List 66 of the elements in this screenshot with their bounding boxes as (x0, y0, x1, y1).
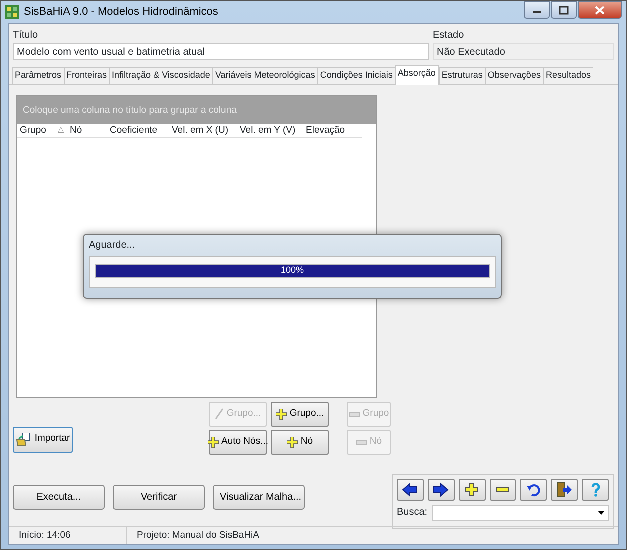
column-header[interactable]: Vel. em Y (V) (237, 124, 303, 136)
toolbar-button[interactable] (397, 478, 424, 500)
column-header[interactable]: Elevação (303, 124, 353, 136)
undo-icon (526, 482, 542, 498)
tab[interactable]: Condições Iniciais (317, 67, 395, 84)
column-label: Coeficiente (110, 124, 158, 136)
window-title: SisBaHiA 9.0 - Modelos Hidrodinâmicos (24, 4, 218, 20)
column-label: Vel. em X (U) (172, 124, 228, 136)
tab[interactable]: Variáveis Meteorológicas (212, 67, 318, 84)
arrow-right-icon (433, 482, 450, 498)
tab[interactable]: Infiltração & Viscosidade (109, 67, 212, 84)
state-field: Não Executado (433, 43, 614, 60)
tab[interactable]: Fronteiras (64, 67, 110, 84)
tab[interactable]: Resultados (542, 67, 593, 84)
state-label: Estado (433, 29, 466, 43)
dropdown-arrow-icon (598, 510, 605, 514)
plus-icon (464, 482, 480, 498)
column-label: Nó (70, 124, 82, 136)
toolbar-button[interactable] (490, 478, 516, 500)
tab[interactable]: Absorção (394, 65, 439, 84)
plus-icon (208, 436, 218, 448)
tab[interactable]: Parâmetros (12, 67, 64, 84)
grid-button[interactable]: Nó (271, 430, 329, 454)
column-header[interactable]: Coeficiente (107, 124, 169, 136)
column-label: Vel. em Y (V) (240, 124, 296, 136)
grid-button[interactable]: Auto Nós... (209, 430, 267, 454)
close-icon (595, 6, 605, 14)
status-text: Início: 14:06 (9, 527, 127, 544)
app-icon (5, 5, 19, 19)
title-label: Título (13, 29, 40, 43)
maximize-button[interactable] (551, 1, 577, 19)
column-header[interactable]: Grupo △ (17, 124, 67, 136)
status-text: Projeto: Manual do SisBaHiA (136, 529, 261, 543)
minimize-button[interactable] (524, 1, 550, 19)
tab[interactable]: Estruturas (438, 67, 485, 84)
toolbar-button[interactable] (551, 478, 578, 500)
toolbar-button[interactable] (458, 478, 486, 500)
column-header[interactable]: Nó (67, 124, 107, 136)
sort-indicator: △ (58, 124, 64, 136)
action-button[interactable]: Verificar (113, 484, 205, 510)
toolbar-button[interactable] (428, 478, 455, 500)
arrow-left-icon (402, 482, 418, 498)
help-icon (590, 482, 601, 497)
minus-icon (356, 440, 367, 444)
import-button[interactable]: Importar (13, 426, 73, 452)
toolbar-button[interactable] (520, 478, 548, 500)
column-label: Grupo (20, 124, 46, 136)
minus-icon (348, 412, 360, 416)
tab[interactable]: Observações (484, 67, 543, 84)
search-label: Busca: (397, 506, 428, 520)
group-by-hint: Coloque uma coluna no título para grupar a coluna (17, 96, 376, 124)
progress-reading: 100% (280, 264, 304, 278)
maximize-icon (559, 6, 569, 14)
dialog-title: Aguarde... (89, 239, 136, 253)
door-arrow-icon (556, 482, 573, 498)
action-button[interactable]: Visualizar Malha... (213, 484, 305, 510)
import-icon (16, 432, 32, 446)
plus-icon (276, 408, 287, 420)
pencil-icon (214, 408, 224, 420)
column-header[interactable]: Vel. em X (U) (169, 124, 237, 136)
close-button[interactable] (578, 1, 622, 19)
action-button[interactable]: Executa... (13, 484, 105, 510)
grid-button[interactable]: Grupo... (271, 402, 329, 426)
title-field[interactable]: Modelo com vento usual e batimetria atual (13, 43, 429, 60)
plus-icon (286, 436, 298, 448)
column-label: Elevação (306, 124, 346, 136)
